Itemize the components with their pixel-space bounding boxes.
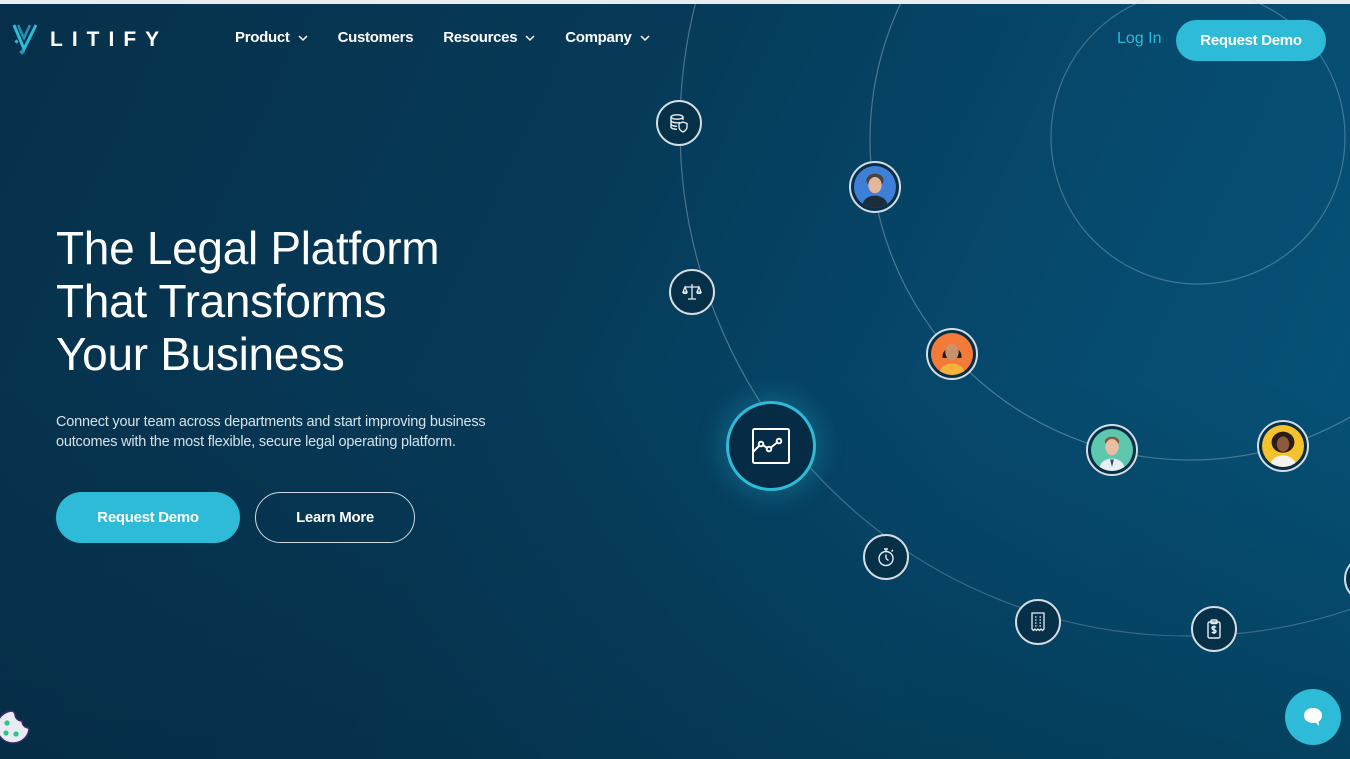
main-nav: Product Customers Resources Company: [235, 29, 650, 46]
cookie-settings-button[interactable]: [0, 708, 32, 746]
avatar-node: [1257, 420, 1309, 472]
scales-icon: [682, 284, 702, 300]
receipt-node: [1015, 599, 1061, 645]
avatar-woman-orange: [931, 333, 973, 375]
avatar-node: [926, 328, 978, 380]
litify-logo-mark-icon: [12, 24, 38, 55]
orbit-middle: [869, 0, 1350, 461]
login-link[interactable]: Log In: [1117, 30, 1161, 48]
nav-item-customers[interactable]: Customers: [338, 29, 414, 46]
chevron-down-icon: [639, 34, 650, 41]
scales-node: [669, 269, 715, 315]
chat-bubble-icon: [1304, 708, 1322, 726]
learn-more-button[interactable]: Learn More: [255, 492, 415, 543]
stopwatch-icon: [878, 548, 894, 567]
database-shield-node: [656, 100, 702, 146]
orbit-outer: [679, 0, 1350, 637]
stopwatch-node: [863, 534, 909, 580]
avatar-man-teal: [1091, 429, 1133, 471]
nav-item-label: Resources: [443, 29, 518, 46]
nav-item-product[interactable]: Product: [235, 29, 308, 46]
logo-wordmark: LITIFY: [50, 28, 169, 51]
cookie-icon: [0, 710, 30, 744]
hero-title-line: Your Business: [56, 328, 345, 380]
nav-item-label: Company: [565, 29, 632, 46]
avatar-node: [1086, 424, 1138, 476]
analytics-chart-icon: [752, 428, 790, 464]
litify-logo[interactable]: LITIFY: [12, 22, 168, 58]
hero-title-line: That Transforms: [56, 275, 387, 327]
nav-item-label: Product: [235, 29, 290, 46]
hero-subtitle: Connect your team across departments and…: [56, 414, 486, 450]
chevron-down-icon: [298, 34, 308, 41]
header-request-demo-button[interactable]: Request Demo: [1176, 20, 1326, 61]
chat-button[interactable]: [1285, 689, 1341, 745]
nav-item-label: Customers: [337, 29, 414, 46]
receipt-icon: [1031, 612, 1045, 632]
hero-title: The Legal Platform That Transforms Your …: [56, 222, 440, 381]
nav-item-company[interactable]: Company: [565, 29, 650, 46]
avatar-node: [849, 161, 901, 213]
avatar-woman-blue: [854, 166, 896, 208]
nav-item-resources[interactable]: Resources: [443, 29, 535, 46]
clipboard-dollar-icon: [1207, 619, 1221, 639]
avatar-woman-yellow: [1262, 425, 1304, 467]
hero-request-demo-button[interactable]: Request Demo: [56, 492, 240, 543]
chevron-down-icon: [525, 34, 535, 41]
analytics-feature-node: [726, 401, 816, 491]
clipboard-dollar-node: [1191, 606, 1237, 652]
hero-title-line: The Legal Platform: [56, 222, 440, 274]
database-shield-icon: [670, 114, 688, 133]
